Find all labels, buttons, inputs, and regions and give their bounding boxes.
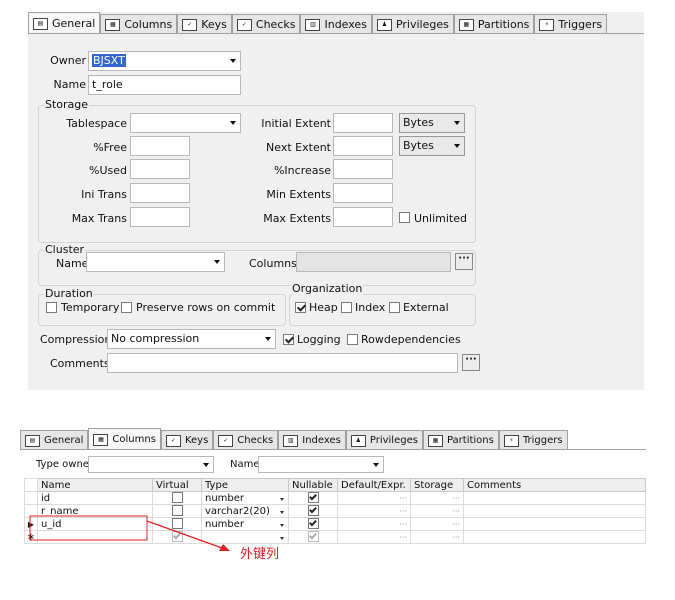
annotation-overlay: 外键列: [29, 515, 279, 562]
annotation-arrow-line: [146, 520, 223, 549]
annotation-label: 外键列: [240, 547, 279, 562]
annotation-highlight-box: [29, 515, 148, 541]
